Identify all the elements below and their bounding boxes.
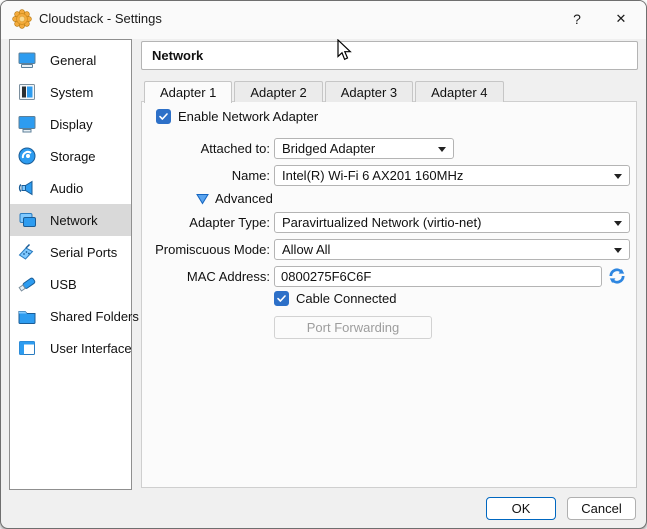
- usb-icon: [18, 277, 36, 292]
- cable-connected-checkbox[interactable]: Cable Connected: [274, 291, 396, 306]
- adapter-type-value: Paravirtualized Network (virtio-net): [282, 215, 482, 230]
- gear-app-icon: [12, 9, 32, 29]
- audio-icon: [18, 180, 33, 196]
- sidebar-item-audio[interactable]: Audio: [10, 172, 131, 204]
- chevron-down-icon: [614, 248, 622, 253]
- advanced-expander[interactable]: Advanced: [196, 191, 273, 206]
- checkbox-checked-icon: [156, 109, 171, 124]
- ok-button[interactable]: OK: [486, 497, 556, 520]
- tab-adapter-3[interactable]: Adapter 3: [324, 81, 414, 102]
- regenerate-mac-button[interactable]: [606, 265, 628, 287]
- sidebar-item-label: System: [50, 84, 94, 100]
- expander-open-icon: [196, 193, 209, 204]
- serial-ports-icon: [18, 243, 34, 260]
- attached-to-select[interactable]: Bridged Adapter: [274, 138, 454, 159]
- storage-icon: [18, 147, 36, 165]
- sidebar-item-label: User Interface: [50, 340, 132, 356]
- advanced-label: Advanced: [215, 191, 273, 206]
- cancel-button[interactable]: Cancel: [567, 497, 636, 520]
- adapter-type-label: Adapter Type:: [189, 215, 270, 230]
- adapter-tabs: Adapter 1 Adapter 2 Adapter 3 Adapter 4: [144, 81, 506, 103]
- page-title: Network: [152, 48, 204, 63]
- promiscuous-mode-label: Promiscuous Mode:: [155, 242, 270, 257]
- name-label: Name:: [231, 168, 270, 183]
- promiscuous-mode-select[interactable]: Allow All: [274, 239, 630, 260]
- sidebar-item-serial-ports[interactable]: Serial Ports: [10, 236, 131, 268]
- name-select[interactable]: Intel(R) Wi-Fi 6 AX201 160MHz: [274, 165, 630, 186]
- port-forwarding-button[interactable]: Port Forwarding: [274, 316, 432, 339]
- mac-address-label: MAC Address:: [186, 269, 270, 284]
- attached-to-value: Bridged Adapter: [282, 141, 376, 156]
- general-icon: [18, 52, 36, 68]
- network-icon: [19, 213, 36, 227]
- system-icon: [19, 84, 35, 100]
- promiscuous-mode-value: Allow All: [282, 242, 331, 257]
- shared-folders-icon: [18, 311, 36, 324]
- sidebar-item-label: Storage: [50, 148, 96, 164]
- chevron-down-icon: [438, 147, 446, 152]
- sidebar-item-general[interactable]: General: [10, 44, 131, 76]
- sidebar-item-label: Display: [50, 116, 93, 132]
- refresh-icon: [609, 268, 625, 284]
- name-value: Intel(R) Wi-Fi 6 AX201 160MHz: [282, 168, 464, 183]
- sidebar-item-label: Serial Ports: [50, 244, 118, 260]
- mac-address-input[interactable]: [274, 266, 602, 287]
- user-interface-icon: [19, 341, 35, 355]
- adapter-panel: Enable Network Adapter Attached to: Brid…: [141, 101, 637, 488]
- tab-adapter-1[interactable]: Adapter 1: [144, 81, 233, 103]
- adapter-type-select[interactable]: Paravirtualized Network (virtio-net): [274, 212, 630, 233]
- help-button[interactable]: ?: [556, 1, 598, 37]
- sidebar-item-label: General: [50, 52, 97, 68]
- chevron-down-icon: [614, 221, 622, 226]
- checkbox-checked-icon: [274, 291, 289, 306]
- chevron-down-icon: [614, 174, 622, 179]
- sidebar-item-label: Network: [50, 212, 98, 228]
- settings-sidebar: General System Display Storage Audio Net…: [9, 39, 139, 490]
- page-header: Network: [141, 41, 638, 70]
- settings-dialog: Cloudstack - Settings ? ✕ General System…: [0, 0, 647, 529]
- sidebar-item-usb[interactable]: USB: [10, 268, 131, 300]
- cable-connected-label: Cable Connected: [296, 291, 397, 306]
- close-button[interactable]: ✕: [600, 1, 642, 37]
- title-bar: Cloudstack - Settings ? ✕: [1, 1, 646, 39]
- sidebar-item-label: Audio: [50, 180, 84, 196]
- sidebar-item-storage[interactable]: Storage: [10, 140, 131, 172]
- sidebar-item-label: Shared Folders: [50, 308, 139, 324]
- sidebar-item-network[interactable]: Network: [10, 204, 131, 236]
- sidebar-item-system[interactable]: System: [10, 76, 131, 108]
- sidebar-item-shared-folders[interactable]: Shared Folders: [10, 300, 139, 332]
- attached-to-label: Attached to:: [200, 141, 270, 156]
- sidebar-item-user-interface[interactable]: User Interface: [10, 332, 132, 364]
- sidebar-item-display[interactable]: Display: [10, 108, 131, 140]
- enable-network-adapter-label: Enable Network Adapter: [178, 109, 319, 124]
- display-icon: [18, 116, 36, 133]
- sidebar-item-label: USB: [50, 276, 77, 292]
- tab-adapter-2[interactable]: Adapter 2: [234, 81, 323, 102]
- tab-adapter-4[interactable]: Adapter 4: [415, 81, 504, 102]
- window-title: Cloudstack - Settings: [39, 11, 162, 26]
- enable-network-adapter-checkbox[interactable]: Enable Network Adapter: [156, 109, 318, 124]
